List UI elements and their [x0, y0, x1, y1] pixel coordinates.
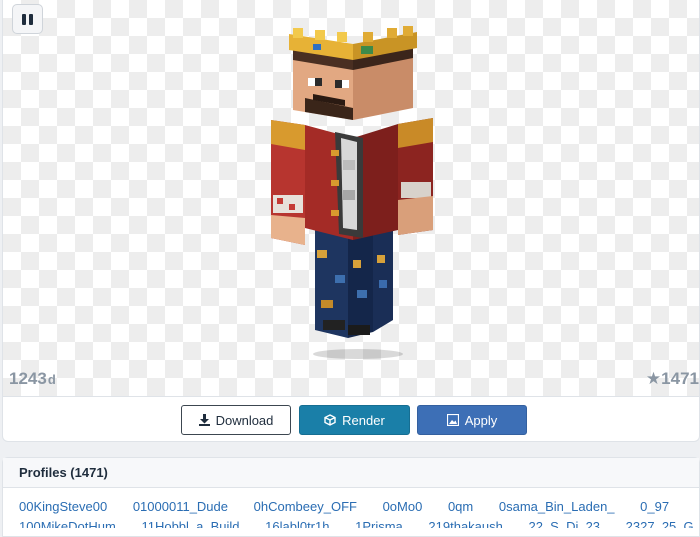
profile-link[interactable]: 0qm — [448, 499, 473, 514]
skin-age-value: 1243 — [9, 369, 47, 388]
profile-link[interactable]: 0oMo0 — [383, 499, 423, 514]
apply-button[interactable]: Apply — [417, 405, 527, 435]
profile-link[interactable]: 0_97 — [640, 499, 669, 514]
star-icon: ★ — [645, 369, 662, 388]
pause-button[interactable] — [12, 4, 43, 34]
skin-age-stat: 1243d — [9, 369, 56, 389]
profiles-row: 00KingSteve00 01000011_Dude 0hCombeey_OF… — [19, 499, 699, 519]
pause-icon — [21, 13, 35, 25]
skin-card: 1243d ★1471 Download Render Apply — [2, 0, 700, 442]
profile-link[interactable]: 01000011_Dude — [133, 499, 228, 514]
render-button[interactable]: Render — [299, 405, 410, 435]
cube-icon — [324, 414, 336, 426]
download-button[interactable]: Download — [181, 405, 291, 435]
profile-link[interactable]: 00KingSteve00 — [19, 499, 107, 514]
profiles-list: 00KingSteve00 01000011_Dude 0hCombeey_OF… — [3, 488, 699, 528]
skin-model-render — [271, 26, 433, 359]
profile-link[interactable]: 0sama_Bin_Laden_ — [499, 499, 615, 514]
render-label: Render — [342, 412, 385, 428]
profiles-title: Profiles (1471) — [3, 458, 699, 488]
profile-link[interactable]: 0hCombeey_OFF — [254, 499, 357, 514]
favorites-count: 1471 — [661, 369, 699, 388]
profiles-panel: Profiles (1471) 00KingSteve00 01000011_D… — [2, 457, 700, 537]
image-icon — [446, 414, 459, 426]
download-icon — [198, 414, 210, 426]
skin-viewer[interactable]: 1243d ★1471 — [3, 0, 699, 397]
skin-age-unit: d — [47, 372, 56, 387]
download-label: Download — [215, 412, 274, 428]
action-bar: Download Render Apply — [3, 405, 699, 435]
apply-label: Apply — [464, 412, 498, 428]
favorites-stat: ★1471 — [646, 369, 699, 389]
